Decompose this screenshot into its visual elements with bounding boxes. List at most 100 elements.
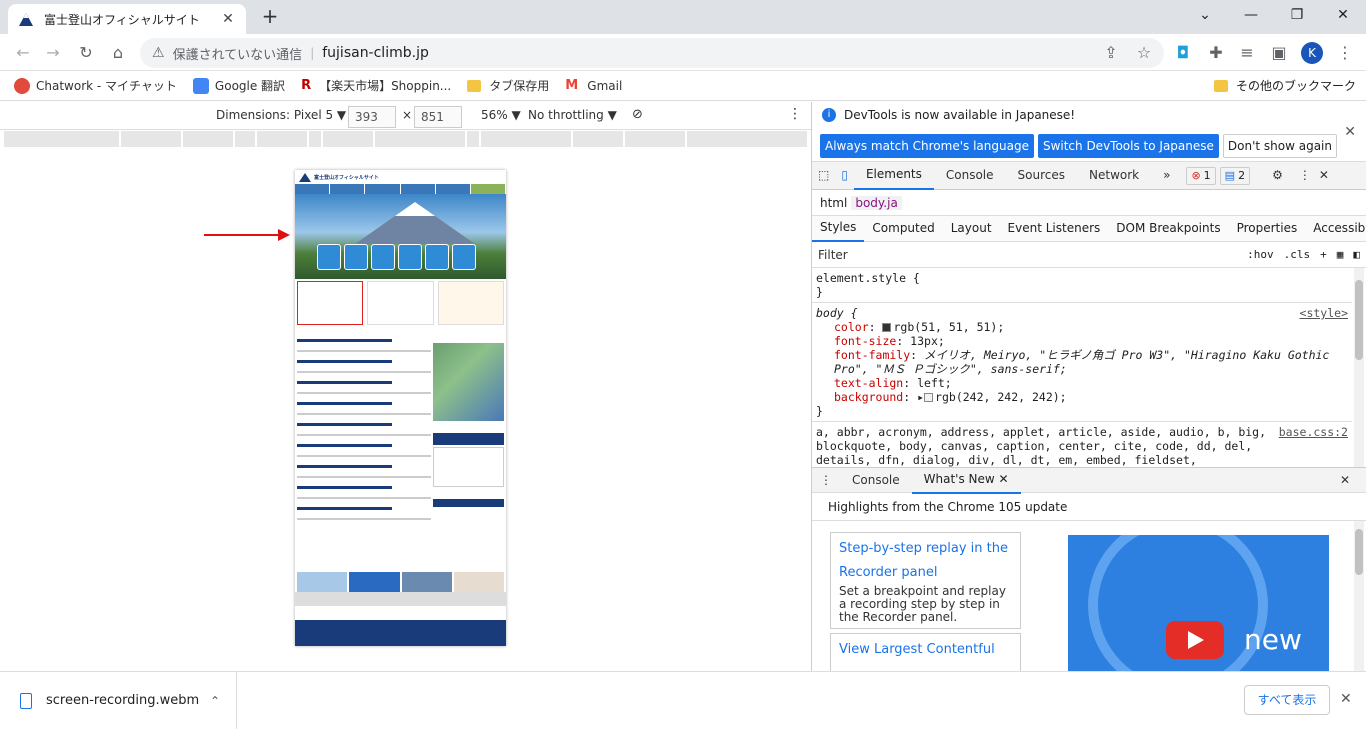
menu-icon[interactable]: ⋮ <box>1334 42 1356 64</box>
youtube-play-icon[interactable] <box>1166 621 1224 659</box>
sidebar-toggle-icon[interactable]: ◧ <box>1353 248 1360 261</box>
close-tab-icon[interactable]: ✕ <box>999 472 1009 486</box>
tab-search-icon[interactable]: ⌄ <box>1182 0 1228 30</box>
card-title[interactable]: View Largest Contentful <box>839 638 1012 662</box>
throttling-select[interactable]: No throttling ▼ <box>528 108 617 122</box>
puzzle-icon[interactable]: ✚ <box>1205 42 1227 64</box>
rotate-icon[interactable]: ⊘ <box>632 107 643 122</box>
share-icon[interactable]: ⇪ <box>1100 42 1122 64</box>
paint-icon[interactable]: ▦ <box>1337 248 1344 261</box>
other-bookmarks[interactable]: その他のブックマーク <box>1213 77 1356 94</box>
close-infobar-icon[interactable]: ✕ <box>1344 124 1356 140</box>
chevron-up-icon[interactable]: ⌃ <box>210 694 220 708</box>
hov-toggle[interactable]: :hov <box>1247 248 1274 261</box>
forward-icon[interactable]: → <box>42 42 64 64</box>
cls-toggle[interactable]: .cls <box>1284 248 1311 261</box>
crumb-html[interactable]: html <box>816 196 851 210</box>
subtab-accessibility[interactable]: Accessibility <box>1305 216 1366 241</box>
settings-icon[interactable]: ⚙ <box>1260 162 1295 189</box>
minimize-button[interactable]: — <box>1228 0 1274 30</box>
color-swatch[interactable] <box>882 323 892 332</box>
style-property[interactable]: font-size: 13px; <box>816 334 1348 348</box>
switch-language-button[interactable]: Switch DevTools to Japanese <box>1037 134 1219 158</box>
color-swatch[interactable] <box>924 393 934 402</box>
dimensions-select[interactable]: Dimensions: Pixel 5 ▼ <box>216 108 346 122</box>
width-input[interactable]: 393 <box>348 106 396 128</box>
drawer-tab-console[interactable]: Console <box>840 468 912 493</box>
close-devtools-icon[interactable]: ✕ <box>1315 162 1333 189</box>
devtools-menu-icon[interactable]: ⋮ <box>1295 162 1315 189</box>
tab-sources[interactable]: Sources <box>1006 162 1077 189</box>
restore-button[interactable]: ❐ <box>1274 0 1320 30</box>
drawer-menu-icon[interactable]: ⋮ <box>812 468 840 493</box>
mobile-page-preview[interactable]: 富士登山オフィシャルサイト <box>295 170 506 646</box>
media-icon[interactable]: ≡ <box>1236 42 1258 64</box>
match-language-button[interactable]: Always match Chrome's language <box>820 134 1034 158</box>
bookmark-rakuten[interactable]: R 【楽天市場】Shoppin... <box>301 77 451 94</box>
style-property[interactable]: background: ▸ rgb(242, 242, 242); <box>816 390 1348 404</box>
close-window-button[interactable]: ✕ <box>1320 0 1366 30</box>
file-icon <box>20 692 32 709</box>
tab-network[interactable]: Network <box>1077 162 1151 189</box>
close-drawer-icon[interactable]: ✕ <box>1328 468 1362 493</box>
subtab-styles[interactable]: Styles <box>812 215 865 242</box>
subtab-layout[interactable]: Layout <box>943 216 1000 241</box>
style-property[interactable]: font-family: メイリオ, Meiryo, "ヒラギノ角ゴ Pro W… <box>816 348 1348 376</box>
close-downloads-icon[interactable]: ✕ <box>1340 691 1352 707</box>
rule-source[interactable]: base.css:2 <box>1278 425 1348 439</box>
style-property[interactable]: text-align: left; <box>816 376 1348 390</box>
tab-close-icon[interactable]: ✕ <box>220 11 236 27</box>
card-title[interactable]: Step-by-step replay in the Recorder pane… <box>839 537 1012 585</box>
reset-rule[interactable]: base.css:2 a, abbr, acronym, address, ap… <box>812 422 1352 467</box>
rule-source[interactable]: <style> <box>1300 306 1348 320</box>
message-badge[interactable]: ▤ 2 <box>1219 166 1251 185</box>
zoom-select[interactable]: 56% ▼ <box>481 108 521 122</box>
tab-console[interactable]: Console <box>934 162 1006 189</box>
whats-new-scrollbar[interactable] <box>1354 521 1364 681</box>
error-badge[interactable]: ⊗ 1 <box>1186 166 1216 185</box>
profile-avatar[interactable]: K <box>1301 42 1323 64</box>
device-toggle-icon[interactable]: ▯ <box>835 162 854 189</box>
extension-icon[interactable]: ◘ <box>1172 42 1194 64</box>
reload-icon[interactable]: ↻ <box>75 42 97 64</box>
new-rule-icon[interactable]: + <box>1320 248 1327 261</box>
subtab-dom-breakpoints[interactable]: DOM Breakpoints <box>1108 216 1228 241</box>
style-property[interactable]: color: rgb(51, 51, 51); <box>816 320 1348 334</box>
subtab-computed[interactable]: Computed <box>864 216 942 241</box>
expand-triangle-icon[interactable]: ▸ <box>917 390 924 404</box>
banner-row[interactable] <box>295 572 506 592</box>
chrome-update-video[interactable]: new <box>1068 535 1329 681</box>
download-item[interactable]: screen-recording.webm ⌃ <box>20 672 237 729</box>
more-options-icon[interactable]: ⋮ <box>788 106 802 122</box>
bookmark-gmail[interactable]: M Gmail <box>565 78 622 94</box>
dont-show-button[interactable]: Don't show again <box>1222 134 1337 158</box>
sidepanel-icon[interactable]: ▣ <box>1268 42 1290 64</box>
height-input[interactable]: 851 <box>414 106 462 128</box>
back-icon[interactable]: ← <box>12 42 34 64</box>
show-all-button[interactable]: すべて表示 <box>1244 685 1330 715</box>
media-query-ruler[interactable] <box>4 131 809 147</box>
carousel-dots[interactable] <box>295 592 506 606</box>
element-style-rule[interactable]: element.style { } <box>812 268 1352 303</box>
home-icon[interactable]: ⌂ <box>107 42 129 64</box>
subtab-event-listeners[interactable]: Event Listeners <box>1000 216 1109 241</box>
styles-scrollbar[interactable] <box>1354 268 1364 467</box>
crumb-body[interactable]: body.ja <box>851 195 902 210</box>
star-icon[interactable]: ☆ <box>1133 42 1155 64</box>
hero-buttons[interactable] <box>317 244 476 270</box>
tab-elements[interactable]: Elements <box>853 161 934 190</box>
inspect-icon[interactable]: ⬚ <box>812 162 835 189</box>
drawer-tab-whats-new[interactable]: What's New ✕ <box>911 467 1021 494</box>
bookmark-chatwork[interactable]: Chatwork - マイチャット <box>14 77 177 94</box>
body-rule[interactable]: <style> body { color: rgb(51, 51, 51); f… <box>812 303 1352 422</box>
subtab-properties[interactable]: Properties <box>1229 216 1306 241</box>
bookmark-google-translate[interactable]: Google 翻訳 <box>192 77 285 94</box>
more-tabs-icon[interactable]: » <box>1151 162 1182 189</box>
site-nav[interactable] <box>295 184 506 194</box>
address-bar[interactable]: ⚠ 保護されていない通信 | fujisan-climb.jp <box>140 38 1164 68</box>
filter-input[interactable]: Filter <box>818 248 1237 262</box>
browser-tab[interactable]: 富士登山オフィシャルサイト ✕ <box>8 4 246 34</box>
feature-card[interactable]: Step-by-step replay in the Recorder pane… <box>830 532 1021 629</box>
bookmark-folder[interactable]: タブ保存用 <box>467 77 549 94</box>
new-tab-button[interactable]: + <box>258 6 282 28</box>
